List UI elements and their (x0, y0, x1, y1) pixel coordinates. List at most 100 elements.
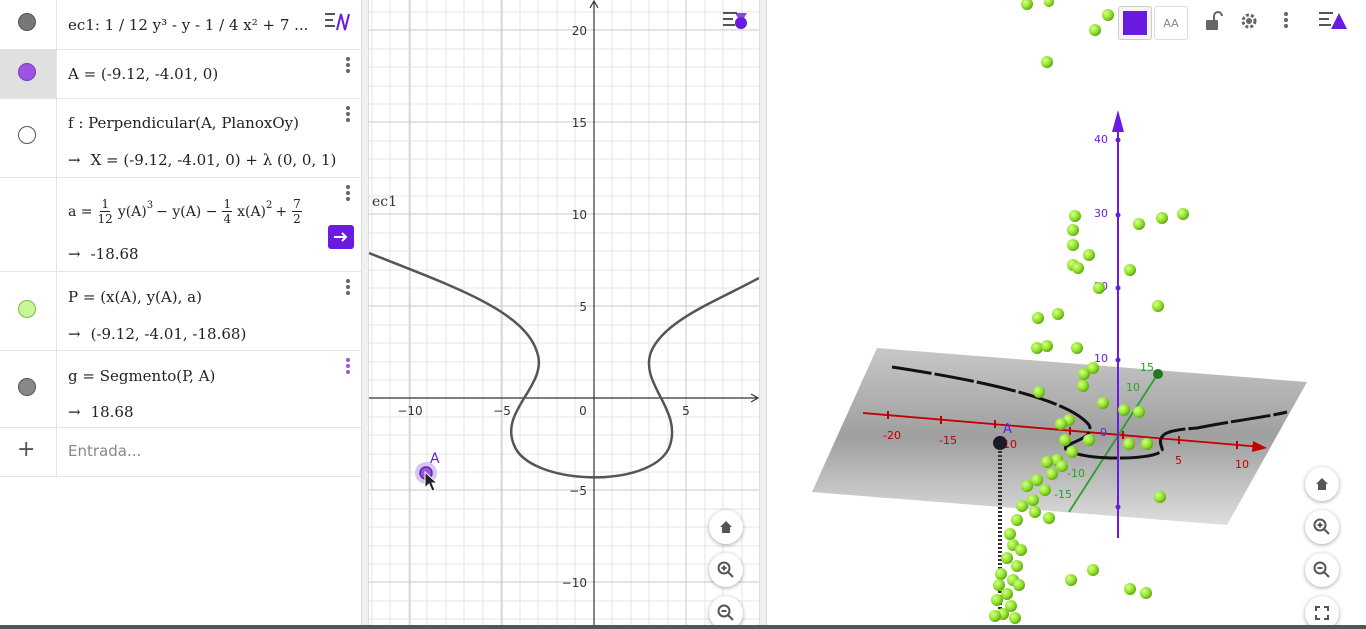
g-output: → 18.68 (68, 403, 134, 421)
f-definition[interactable]: f : Perpendicular(A, PlanoxOy) (68, 114, 299, 132)
graphics-3d-view[interactable]: -20 -15 10 5 10 15 10 -10 -15 40 30 20 1… (767, 0, 1366, 629)
P-definition[interactable]: P = (x(A), y(A), a) (68, 288, 202, 306)
add-item-icon[interactable]: + (17, 437, 35, 462)
x-tick-label-3d: -20 (883, 429, 901, 442)
exponent: 3 (146, 200, 154, 211)
visibility-marble[interactable] (18, 63, 36, 81)
g-output-value: 18.68 (90, 403, 134, 421)
algebra-row-P[interactable]: P = (x(A), y(A), a) → (-9.12, -4.01, -18.… (0, 271, 361, 351)
ec1-definition[interactable]: ec1: 1 / 12 y³ - y - 1 / 4 x² + 7 ... (68, 16, 308, 34)
output-arrow: → (68, 245, 81, 263)
more-options-icon[interactable] (343, 185, 353, 203)
zoom-in-button[interactable] (1305, 510, 1339, 544)
marble-column (0, 350, 57, 427)
zoom-out-icon (1313, 561, 1330, 578)
fraction: 1 12 (98, 197, 113, 226)
color-swatch (1123, 11, 1147, 35)
f-output-value: X = (-9.12, -4.01, 0) + λ (0, 0, 1) (90, 151, 337, 169)
point-A-label-3d: A (1003, 422, 1012, 437)
style-bar-icon (1319, 12, 1347, 29)
numerator: 7 (292, 197, 302, 212)
style-bar-toggle[interactable] (721, 6, 751, 36)
home-button[interactable] (1305, 467, 1339, 501)
exponent: 2 (266, 200, 273, 211)
a-output-value: -18.68 (90, 245, 139, 263)
output-toggle-button[interactable] (328, 225, 354, 249)
ec1-label: ec1 (372, 194, 397, 210)
numerator: 1 (100, 197, 110, 212)
z-tick-label-3d: 30 (1094, 207, 1108, 220)
output-arrow: → (68, 325, 81, 343)
marble-column (0, 177, 57, 271)
fullscreen-icon (1315, 606, 1329, 620)
minor-grid (369, 0, 759, 629)
y-tick-label: −5 (569, 484, 587, 498)
visibility-marble[interactable] (18, 378, 36, 396)
lock-button[interactable] (1198, 6, 1228, 36)
more-options-icon[interactable] (343, 358, 353, 376)
zoom-in-icon (717, 561, 734, 578)
text-size-button[interactable]: AA (1154, 6, 1188, 40)
y-tick-label-3d: 15 (1140, 361, 1154, 374)
algebra-row-a[interactable]: a = 1 12 y(A) 3 − y(A) − 14 x(A) 2 + 72 → -1… (0, 177, 361, 272)
more-options-icon[interactable] (343, 106, 353, 124)
zoom-in-button[interactable] (709, 553, 743, 587)
graphics-2d-canvas[interactable]: −10 −5 0 5 20 15 10 5 −5 −10 ec1 A (369, 0, 759, 629)
home-icon (1316, 478, 1328, 490)
point-A-3d[interactable] (993, 436, 1007, 450)
more-options-icon[interactable] (343, 57, 353, 75)
y-axis-end (1153, 369, 1163, 379)
algebra-row-g[interactable]: g = Segmento(P, A) → 18.68 (0, 350, 361, 428)
zoom-in-icon (1313, 518, 1330, 535)
z-tick-label-3d: 40 (1094, 133, 1108, 146)
visibility-marble[interactable] (18, 300, 36, 318)
graphics-3d-canvas[interactable]: -20 -15 10 5 10 15 10 -10 -15 40 30 20 1… (767, 0, 1366, 629)
home-icon (720, 521, 732, 533)
visibility-marble[interactable] (18, 126, 36, 144)
unlock-icon (1206, 11, 1223, 30)
x-tick-label-3d: 10 (1235, 458, 1249, 471)
y-tick-label-3d: -10 (1067, 467, 1085, 480)
point-P-trace (989, 0, 1189, 624)
home-button[interactable] (709, 510, 743, 544)
output-arrow: → (68, 151, 81, 169)
visibility-marble[interactable] (18, 13, 36, 31)
y-tick-label: 15 (572, 116, 587, 130)
panel-divider[interactable] (361, 0, 369, 629)
bottom-bar (0, 625, 1366, 629)
more-options-icon[interactable] (1271, 6, 1301, 36)
marble-column: + (0, 427, 57, 476)
P-output-value: (-9.12, -4.01, -18.68) (90, 325, 247, 343)
graphics-2d-view[interactable]: −10 −5 0 5 20 15 10 5 −5 −10 ec1 A (369, 0, 759, 629)
a-output: → -18.68 (68, 245, 139, 263)
y-tick-label: 10 (572, 208, 587, 222)
color-swatch-button[interactable] (1118, 6, 1152, 40)
term: y(A) (117, 203, 147, 220)
zoom-out-icon (717, 604, 734, 621)
style-bar-icon (723, 12, 747, 29)
graph-style-icon[interactable] (318, 4, 358, 40)
gear-icon (1241, 13, 1257, 29)
settings-button[interactable] (1234, 6, 1264, 36)
term: + (275, 203, 288, 220)
algebra-row-A[interactable]: A = (-9.12, -4.01, 0) (0, 49, 361, 99)
term: x(A) (237, 203, 267, 220)
term: − y(A) − (156, 203, 218, 220)
fraction: 14 (222, 197, 233, 226)
arrow-right-icon (334, 232, 348, 242)
a-definition[interactable]: a = 1 12 y(A) 3 − y(A) − 14 x(A) 2 + 72 (68, 197, 307, 226)
g-definition[interactable]: g = Segmento(P, A) (68, 367, 215, 385)
input-bar[interactable]: Entrada... (68, 442, 141, 460)
A-definition[interactable]: A = (-9.12, -4.01, 0) (68, 65, 218, 83)
zoom-out-button[interactable] (1305, 553, 1339, 587)
algebra-row-f[interactable]: f : Perpendicular(A, PlanoxOy) → X = (-9.… (0, 98, 361, 178)
y-tick-label: 5 (579, 300, 587, 314)
panel-divider[interactable] (759, 0, 767, 629)
marble-column (0, 98, 57, 177)
style-bar-toggle[interactable] (1317, 6, 1347, 36)
more-options-icon[interactable] (343, 279, 353, 297)
P-output: → (-9.12, -4.01, -18.68) (68, 325, 246, 343)
y-tick-label: 20 (572, 24, 587, 38)
algebra-row-ec1[interactable]: ec1: 1 / 12 y³ - y - 1 / 4 x² + 7 ... (0, 0, 361, 50)
algebra-input-row[interactable]: + Entrada... (0, 427, 361, 477)
